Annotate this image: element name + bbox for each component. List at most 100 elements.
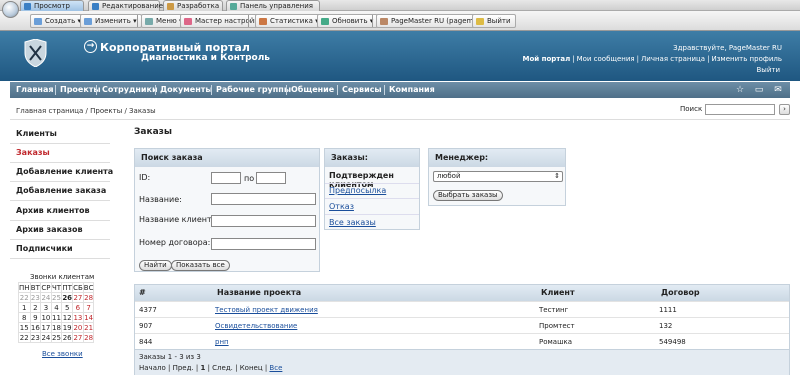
manager-title: Менеджер:	[429, 149, 565, 167]
orders-filter-prerequisite[interactable]: Предпосылка	[329, 186, 386, 195]
client-name-input[interactable]	[211, 215, 316, 227]
refresh-button[interactable]: Обновить ▾	[317, 14, 379, 28]
calendar-day[interactable]: 14	[82, 312, 95, 323]
sidebar-item-add-client[interactable]: Добавление клиента	[16, 167, 113, 176]
calendar-day[interactable]: 24	[40, 332, 52, 343]
cell-project-link[interactable]: Тестовый проект движения	[215, 302, 318, 318]
cell-project-link[interactable]: рнп	[215, 334, 229, 350]
sidebar-item-add-order[interactable]: Добавление заказа	[16, 186, 106, 195]
pager-start[interactable]: Начало	[139, 364, 166, 372]
refresh-icon	[321, 18, 329, 25]
table-row[interactable]: 4377 Тестовый проект движения Тестинг 11…	[135, 301, 789, 317]
calendar-day[interactable]: 23	[29, 332, 42, 343]
select-orders-button[interactable]: Выбрать заказы	[433, 190, 503, 201]
sidebar-divider	[10, 220, 110, 221]
calendar-day[interactable]: 10	[40, 312, 52, 323]
nav-company[interactable]: Компания	[389, 82, 435, 98]
stats-button[interactable]: Статистика ▾	[255, 14, 324, 28]
calendar-day[interactable]: 21	[82, 322, 95, 333]
calendar-day[interactable]: 6	[72, 302, 84, 313]
calendar-day[interactable]: 18	[50, 322, 63, 333]
calendar-day[interactable]: 27	[72, 332, 84, 343]
id-from-input[interactable]	[211, 172, 241, 184]
calendar-day[interactable]: 25	[50, 292, 63, 303]
calendar-day[interactable]: 28	[82, 332, 95, 343]
sidebar-item-subscribers[interactable]: Подписчики	[16, 244, 73, 253]
calendar-day[interactable]: 1	[18, 302, 31, 313]
calendar-day[interactable]: 4	[50, 302, 63, 313]
cell-client: Промтест	[539, 322, 575, 330]
contract-number-input[interactable]	[211, 238, 316, 250]
find-button[interactable]: Найти	[139, 260, 172, 271]
name-input[interactable]	[211, 193, 316, 205]
sidebar-divider	[10, 258, 110, 259]
orders-filter-rejected[interactable]: Отказ	[329, 202, 354, 211]
calendar-day[interactable]: 20	[72, 322, 84, 333]
calendar-day[interactable]: 8	[18, 312, 31, 323]
calendar-day[interactable]: 17	[40, 322, 52, 333]
tab-edit[interactable]: Редактирование	[88, 0, 163, 11]
my-portal-link[interactable]: Мой портал	[523, 55, 571, 63]
sidebar-item-client-archive[interactable]: Архив клиентов	[16, 206, 90, 215]
nav-services[interactable]: Сервисы	[342, 82, 382, 98]
calendar-day[interactable]: 27	[72, 292, 84, 303]
cell-project-link[interactable]: Освидетельствование	[215, 318, 297, 334]
manager-select[interactable]: любой ⇕	[433, 171, 563, 182]
id-to-input[interactable]	[256, 172, 286, 184]
breadcrumb[interactable]: Главная страница / Проекты / Заказы	[16, 107, 156, 115]
edit-profile-link[interactable]: Изменить профиль	[711, 55, 782, 63]
table-row[interactable]: 907 Освидетельствование Промтест 132	[135, 317, 789, 333]
calendar-day[interactable]: 25	[50, 332, 63, 343]
calendar-day[interactable]: 23	[29, 292, 42, 303]
calendar-day[interactable]: 26	[61, 292, 74, 303]
calendar-day[interactable]: 15	[18, 322, 31, 333]
search-go-button[interactable]: ›	[779, 104, 790, 115]
tab-view[interactable]: Просмотр	[20, 0, 84, 11]
calendar-day[interactable]: 26	[61, 332, 74, 343]
orders-filter-all[interactable]: Все заказы	[329, 218, 376, 227]
print-icon[interactable]: ▭	[753, 84, 765, 96]
nav-employees[interactable]: Сотрудники	[102, 82, 158, 98]
calendar-day[interactable]: 22	[18, 332, 31, 343]
calendar-day[interactable]: 22	[18, 292, 31, 303]
nav-projects[interactable]: Проекты	[60, 82, 101, 98]
pager-all[interactable]: Все	[269, 364, 282, 372]
my-messages-link[interactable]: Мои сообщения	[577, 55, 635, 63]
pager-end[interactable]: Конец	[240, 364, 263, 372]
calendar-day[interactable]: 28	[82, 292, 95, 303]
star-icon[interactable]: ☆	[734, 84, 746, 96]
calendar-day[interactable]: 2	[29, 302, 42, 313]
calendar-day[interactable]: 12	[61, 312, 74, 323]
mail-icon[interactable]: ✉	[772, 84, 784, 96]
tab-control-panel[interactable]: Панель управления	[226, 0, 320, 11]
pager-next[interactable]: След.	[212, 364, 233, 372]
search-input[interactable]	[705, 104, 775, 115]
nav-workgroups[interactable]: Рабочие группы	[216, 82, 291, 98]
show-all-button[interactable]: Показать все	[171, 260, 230, 271]
calendar-day[interactable]: 3	[40, 302, 52, 313]
calendar-day[interactable]: 7	[82, 302, 95, 313]
tab-develop[interactable]: Разработка	[163, 0, 223, 11]
nav-communication[interactable]: Общение	[291, 82, 334, 98]
pager-prev[interactable]: Пред.	[173, 364, 194, 372]
table-row[interactable]: 844 рнп Ромашка 549498	[135, 333, 789, 349]
calendar-day-header: ПН	[18, 282, 31, 293]
calendar-day[interactable]: 9	[29, 312, 42, 323]
logout-button[interactable]: Выйти	[472, 14, 516, 28]
calendar-day[interactable]: 19	[61, 322, 74, 333]
header-logout-link[interactable]: Выйти	[756, 66, 780, 74]
calendar-day[interactable]: 16	[29, 322, 42, 333]
create-button[interactable]: Создать ▾	[30, 14, 86, 28]
change-button[interactable]: Изменить ▾	[80, 14, 142, 28]
sidebar-item-orders[interactable]: Заказы	[16, 148, 50, 157]
sidebar-item-order-archive[interactable]: Архив заказов	[16, 225, 83, 234]
calendar-day[interactable]: 5	[61, 302, 74, 313]
personal-page-link[interactable]: Личная страница	[641, 55, 705, 63]
calendar-day[interactable]: 13	[72, 312, 84, 323]
nav-home[interactable]: Главная	[16, 82, 53, 98]
nav-documents[interactable]: Документы	[160, 82, 213, 98]
all-calls-link[interactable]: Все звонки	[42, 350, 83, 358]
calendar-day[interactable]: 11	[50, 312, 63, 323]
calendar-day[interactable]: 24	[40, 292, 52, 303]
sidebar-item-clients[interactable]: Клиенты	[16, 129, 57, 138]
